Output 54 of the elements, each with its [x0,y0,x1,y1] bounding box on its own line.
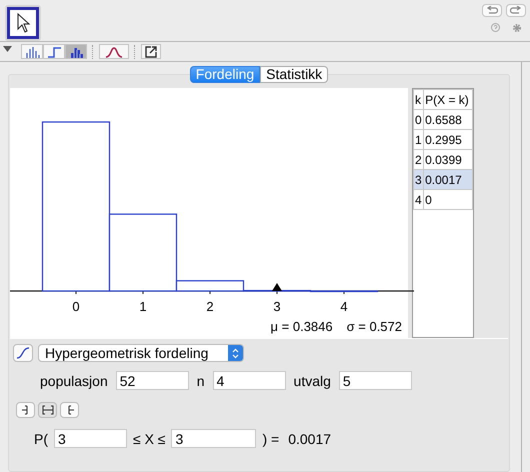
bell-curve-icon [105,46,123,58]
table-cell[interactable]: 1 [414,130,424,150]
s-curve-icon [16,347,30,359]
cursor-icon [15,13,31,33]
inequality-label: ≤ X ≤ [133,430,166,446]
table-cell[interactable]: 0.6588 [424,110,472,130]
parameter-field[interactable]: 5 [338,371,412,390]
parameter-label: n [196,372,205,388]
probability-result: 0.0017 [288,430,332,446]
interval-mode-button[interactable] [16,402,35,418]
interval-mode-button[interactable] [60,402,79,418]
redo-button[interactable] [506,4,526,17]
x-tick-label: 2 [206,299,214,314]
table-cell[interactable]: 0.2995 [424,130,472,150]
upper-bound-field[interactable]: 3 [171,429,256,448]
export-button[interactable] [141,44,161,59]
step-chart-icon [46,44,62,58]
view-toggle-button[interactable] [21,44,43,59]
chevron-updown-icon [232,348,239,358]
x-tick-label: 3 [273,299,281,314]
parameter-field[interactable]: 52 [116,371,189,390]
table-cell[interactable]: 0.0017 [424,170,472,190]
undo-button[interactable] [482,4,502,17]
view-toggle-button[interactable] [43,44,65,59]
x-tick-label: 1 [139,299,147,314]
distribution-dropdown[interactable]: Hypergeometrisk fordeling [38,344,244,362]
column-header: k [414,90,424,110]
table-cell[interactable]: 0 [424,190,472,210]
interval-mode-button[interactable] [38,402,57,418]
normal-overlay-button[interactable] [99,44,129,59]
parameter-field[interactable]: 4 [212,371,286,390]
mean-label: μ = 0.3846 [270,319,333,334]
parameter-label: utvalg [294,372,331,388]
bars-chart-icon [24,44,40,58]
table-cell[interactable]: 0 [414,110,424,130]
bracket-icon [42,405,54,415]
export-icon [144,46,158,58]
x-tick-label: 4 [340,299,348,314]
tab[interactable]: Statistikk [260,66,328,83]
table-cell[interactable]: 3 [414,170,424,190]
column-header: P(X = k) [424,90,472,110]
parameter-label: populasjon [40,372,108,388]
probability-prefix: P( [34,430,48,446]
redo-icon [510,6,522,15]
undo-icon [486,6,498,15]
collapse-triangle-icon[interactable] [3,46,12,52]
cumulative-toggle-button[interactable] [13,344,33,362]
x-tick-label: 0 [72,299,80,314]
view-toggle-button[interactable] [65,44,87,59]
lower-bound-field[interactable]: 3 [54,429,127,448]
table-cell[interactable]: 4 [414,190,424,210]
select-tool-button[interactable] [5,5,41,41]
equals-label: ) = [262,430,280,446]
sd-label: σ = 0.572 [346,319,402,334]
